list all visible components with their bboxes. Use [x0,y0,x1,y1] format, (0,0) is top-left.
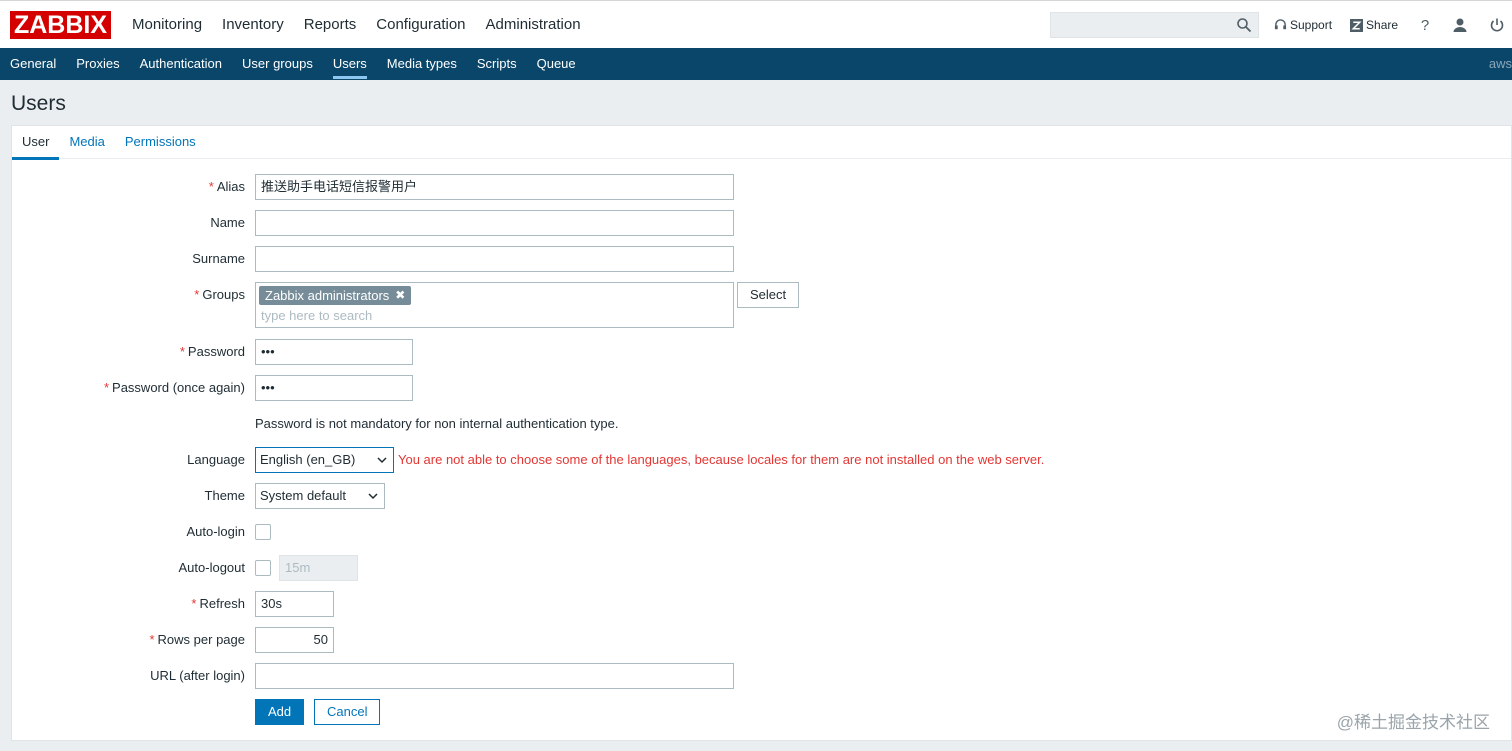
support-label: Support [1290,18,1333,32]
nav-configuration[interactable]: Configuration [366,1,475,49]
page-title: Users [11,92,66,115]
tab-media[interactable]: Media [59,126,114,159]
share-label: Share [1366,18,1399,32]
search-icon[interactable] [1236,17,1252,33]
power-icon [1490,18,1504,32]
groups-multiselect[interactable]: Zabbix administrators ✖ type here to sea… [255,282,734,328]
search-input[interactable] [1050,12,1259,38]
url-input[interactable] [255,663,734,689]
subnav-general[interactable]: General [0,48,66,80]
form-actions: Add Cancel [12,699,1511,725]
main-nav: Monitoring Inventory Reports Configurati… [122,1,591,49]
user-icon [1453,18,1467,32]
remove-icon[interactable]: ✖ [395,286,405,305]
surname-label: Surname [192,251,245,266]
group-chip: Zabbix administrators ✖ [259,286,412,305]
subnav-scripts[interactable]: Scripts [467,48,527,80]
theme-value: System default [260,488,346,503]
language-label: Language [187,452,245,467]
password-again-row: * Password (once again) ••• [12,375,1511,401]
subnav-user-groups[interactable]: User groups [232,48,323,80]
chevron-down-icon [377,457,387,464]
subnav-authentication[interactable]: Authentication [130,48,232,80]
password-hint-row: Password is not mandatory for non intern… [12,411,1511,437]
language-error: You are not able to choose some of the l… [398,452,1045,467]
autologout-checkbox[interactable] [255,560,271,576]
autologout-input: 15m [279,555,358,581]
rows-per-page-input[interactable]: 50 [255,627,334,653]
select-groups-button[interactable]: Select [737,282,800,308]
autologout-row: Auto-logout 15m [12,555,1511,581]
language-value: English (en_GB) [260,452,356,467]
header-tools: Support Share ? [1274,1,1512,49]
cancel-button[interactable]: Cancel [314,699,381,725]
theme-label: Theme [204,488,245,503]
name-label: Name [210,215,245,230]
tab-permissions[interactable]: Permissions [115,126,206,159]
language-select[interactable]: English (en_GB) [255,447,394,473]
add-button[interactable]: Add [255,699,305,725]
url-label: URL (after login) [150,668,245,683]
autologin-row: Auto-login [12,519,1511,545]
groups-search-input[interactable]: type here to search [261,307,372,325]
sub-nav: General Proxies Authentication User grou… [0,48,1512,80]
groups-row: * Groups Zabbix administrators ✖ type her… [12,282,1511,328]
help-button[interactable]: ? [1416,16,1434,34]
form-tabs: User Media Permissions [12,126,1511,160]
subnav-media-types[interactable]: Media types [377,48,467,80]
groups-label: * Groups [194,287,245,302]
alias-row: * Alias 推送助手电话短信报警用户 [12,174,1511,200]
group-chip-label: Zabbix administrators [265,288,390,303]
url-row: URL (after login) [12,663,1511,689]
surname-row: Surname [12,246,1511,272]
password-row: * Password ••• [12,339,1511,365]
autologin-checkbox[interactable] [255,524,271,540]
server-name: aws [1488,56,1512,71]
password-again-label: * Password (once again) [103,380,245,395]
share-link[interactable]: Share [1350,18,1398,32]
refresh-label: * Refresh [191,596,245,611]
alias-input[interactable]: 推送助手电话短信报警用户 [255,174,734,200]
nav-reports[interactable]: Reports [294,1,367,49]
user-form-panel: User Media Permissions * Alias 推送助手电话短信报警… [11,125,1512,741]
headset-icon [1274,18,1287,29]
support-link[interactable]: Support [1274,18,1332,32]
name-row: Name [12,210,1511,236]
rows-per-page-row: * Rows per page 50 [12,627,1511,653]
theme-select[interactable]: System default [255,483,385,509]
nav-inventory[interactable]: Inventory [212,1,294,49]
share-icon [1350,18,1364,32]
subnav-proxies[interactable]: Proxies [66,48,129,80]
language-row: Language English (en_GB) You are not abl… [12,447,1511,473]
top-bar: ZABBIX Monitoring Inventory Reports Conf… [0,0,1512,49]
help-icon: ? [1420,16,1430,34]
profile-button[interactable] [1452,17,1471,33]
chevron-down-icon [368,493,378,500]
nav-administration[interactable]: Administration [475,1,591,49]
password-again-input[interactable]: ••• [255,375,413,401]
refresh-input[interactable]: 30s [255,591,334,617]
surname-input[interactable] [255,246,734,272]
nav-monitoring[interactable]: Monitoring [122,1,212,49]
tab-user[interactable]: User [12,126,60,160]
watermark: @稀土掘金技术社区 [1336,713,1490,732]
refresh-row: * Refresh 30s [12,591,1511,617]
alias-label: * Alias [208,179,245,194]
autologout-label: Auto-logout [178,560,246,575]
autologin-label: Auto-login [186,524,245,539]
signout-button[interactable] [1489,17,1508,33]
password-input[interactable]: ••• [255,339,413,365]
rows-per-page-label: * Rows per page [149,632,245,647]
name-input[interactable] [255,210,734,236]
theme-row: Theme System default [12,483,1511,509]
password-label: * Password [179,344,245,359]
subnav-queue[interactable]: Queue [527,48,586,80]
zabbix-logo[interactable]: ZABBIX [10,11,111,39]
password-hint: Password is not mandatory for non intern… [255,416,619,431]
subnav-users[interactable]: Users [323,48,377,80]
